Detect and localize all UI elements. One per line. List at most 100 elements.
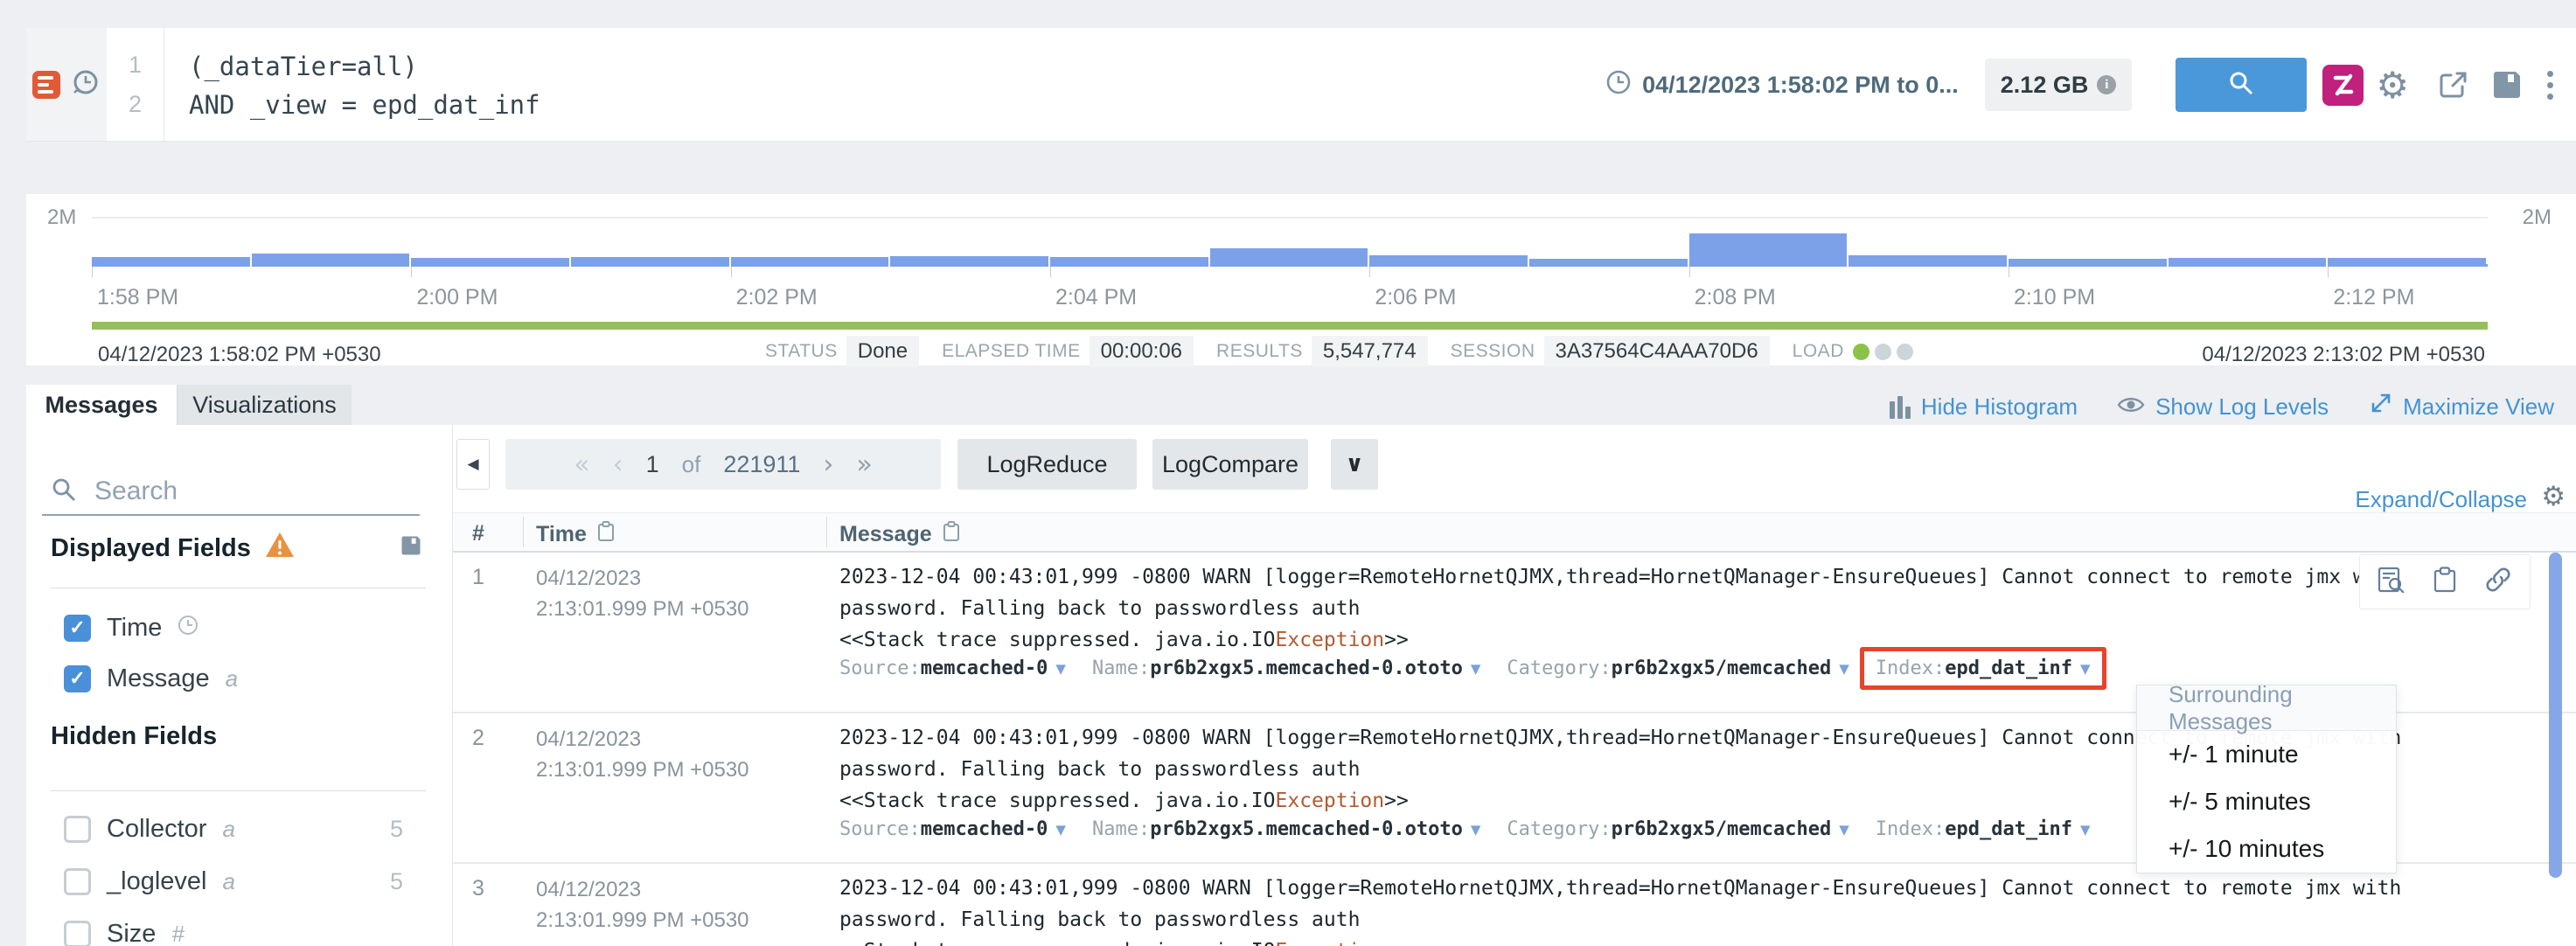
prev-page-button[interactable]: ‹	[613, 449, 623, 480]
field-checkbox[interactable]	[64, 867, 91, 895]
copy-message-icon[interactable]	[2433, 567, 2456, 597]
meta-name[interactable]: Name: pr6b2xgx5.memcached-0.ototo ▼	[1092, 657, 1480, 679]
query-history-icon[interactable]	[71, 67, 101, 101]
x-axis-ticks	[92, 267, 2488, 277]
settings-gear-icon[interactable]: ⚙	[2376, 64, 2409, 107]
histogram-bar[interactable]	[92, 257, 250, 267]
row-time: 2:13:01.999 PM +0530	[536, 908, 749, 932]
histogram-bar[interactable]	[1369, 255, 1528, 267]
warning-icon[interactable]	[265, 532, 295, 565]
field-row[interactable]: _loglevel a 5	[64, 866, 426, 897]
x-axis-tick-label: 1:58 PM	[97, 285, 179, 310]
save-fields-icon[interactable]	[399, 533, 423, 562]
histogram-bar[interactable]	[251, 254, 410, 267]
dropdown-item[interactable]: +/- 1 minute	[2137, 731, 2396, 778]
meta-index[interactable]: Index: epd_dat_inf ▼	[1859, 647, 2106, 690]
x-axis-tick-label: 2:12 PM	[2333, 285, 2415, 310]
next-page-button[interactable]: ›	[823, 449, 833, 480]
last-page-button[interactable]: »	[856, 449, 872, 480]
copy-column-icon[interactable]	[943, 521, 960, 548]
data-tier-icon[interactable]	[2322, 64, 2364, 106]
info-icon: i	[2097, 75, 2117, 94]
row-timestamp: 04/12/2023 2:13:01.999 PM +0530	[536, 724, 749, 785]
x-axis-tick	[411, 267, 413, 277]
expand-collapse-link[interactable]: Expand/Collapse	[2355, 486, 2527, 513]
exception-text: Exception	[1276, 940, 1385, 946]
elapsed-group: ELAPSED TIME 00:00:06	[942, 336, 1194, 367]
meta-source[interactable]: Source: memcached-0 ▼	[839, 657, 1066, 679]
histogram-bar[interactable]	[1688, 233, 1848, 267]
field-checkbox[interactable]	[64, 815, 91, 843]
field-row[interactable]: ✓ Time	[64, 612, 426, 643]
column-header-num[interactable]: #	[472, 521, 484, 546]
field-checkbox[interactable]: ✓	[64, 664, 91, 692]
first-page-button[interactable]: «	[574, 449, 589, 480]
dropdown-item[interactable]: +/- 10 minutes	[2137, 825, 2396, 873]
share-icon[interactable]	[2435, 66, 2472, 103]
time-range-picker[interactable]: 04/12/2023 1:58:02 PM to 0...	[1605, 69, 1959, 101]
data-volume-badge[interactable]: 2.12 GB i	[1984, 59, 2133, 111]
histogram-bar[interactable]	[411, 258, 570, 267]
more-tools-chevron-button[interactable]: ∨	[1331, 439, 1378, 490]
field-count: 5	[389, 867, 403, 894]
x-axis-tick	[1369, 267, 1371, 277]
search-button[interactable]	[2176, 58, 2308, 112]
meta-source[interactable]: Source: memcached-0 ▼	[839, 818, 1066, 840]
histogram-bar[interactable]	[730, 257, 889, 267]
histogram-bar[interactable]	[2168, 258, 2327, 267]
view-controls: Hide Histogram Show Log Levels Maximize …	[1889, 392, 2554, 422]
vertical-scrollbar[interactable]	[2549, 553, 2562, 878]
meta-category[interactable]: Category: pr6b2xgx5/memcached ▼	[1507, 818, 1848, 840]
x-axis-tick	[2328, 267, 2329, 277]
field-search[interactable]	[42, 469, 432, 516]
column-header-message[interactable]: Message	[839, 521, 960, 548]
histogram-bar[interactable]	[571, 257, 729, 267]
histogram-bar[interactable]	[2009, 259, 2167, 267]
x-axis-tick	[730, 267, 732, 277]
copy-column-icon[interactable]	[597, 521, 615, 548]
query-bar-icon-strip	[26, 28, 107, 141]
more-options-kebab-icon[interactable]	[2544, 67, 2557, 103]
histogram-bar[interactable]	[1848, 255, 2008, 267]
table-header: # Time Message	[453, 512, 2576, 553]
row-date: 04/12/2023	[536, 878, 642, 901]
dropdown-header: Surrounding Messages	[2137, 681, 2396, 734]
save-icon[interactable]	[2489, 67, 2524, 102]
histogram-bar[interactable]	[890, 256, 1049, 267]
hide-histogram-link[interactable]: Hide Histogram	[1889, 393, 2078, 421]
histogram-bar[interactable]	[2328, 258, 2487, 267]
column-header-time[interactable]: Time	[536, 521, 615, 548]
field-checkbox[interactable]: ✓	[64, 614, 91, 642]
histogram-bar[interactable]	[1529, 259, 1688, 267]
dropdown-caret-icon: ▼	[1470, 821, 1481, 838]
field-search-input[interactable]	[94, 476, 432, 506]
logreduce-button[interactable]: LogReduce	[957, 439, 1137, 490]
tab-messages[interactable]: Messages	[26, 385, 177, 425]
show-log-levels-link[interactable]: Show Log Levels	[2117, 393, 2329, 421]
tab-visualizations[interactable]: Visualizations	[177, 385, 352, 425]
field-type-hint: a	[222, 867, 235, 894]
meta-name[interactable]: Name: pr6b2xgx5.memcached-0.ototo ▼	[1092, 818, 1480, 840]
field-row[interactable]: Size #	[64, 918, 426, 946]
meta-index[interactable]: Index: epd_dat_inf ▼	[1876, 818, 2091, 840]
maximize-view-link[interactable]: Maximize View	[2368, 392, 2554, 422]
dropdown-item[interactable]: +/- 5 minutes	[2137, 778, 2396, 825]
eye-icon	[2117, 393, 2145, 421]
dropdown-caret-icon: ▼	[1470, 660, 1481, 677]
view-details-icon[interactable]	[2378, 567, 2405, 597]
log-message: 2023-12-04 00:43:01,999 -0800 WARN [logg…	[839, 873, 2576, 946]
row-timestamp: 04/12/2023 2:13:01.999 PM +0530	[536, 563, 749, 624]
row-number: 3	[472, 876, 484, 901]
histogram-bar[interactable]	[1050, 257, 1208, 267]
field-row[interactable]: ✓ Message a	[64, 663, 426, 694]
status-label: STATUS	[765, 341, 838, 361]
meta-category[interactable]: Category: pr6b2xgx5/memcached ▼	[1507, 657, 1848, 679]
histogram-bar[interactable]	[1209, 248, 1368, 267]
table-settings-gear-icon[interactable]: ⚙	[2541, 481, 2566, 512]
log-row[interactable]: 3 04/12/2023 2:13:01.999 PM +0530 2023-1…	[453, 864, 2576, 946]
link-message-icon[interactable]	[2484, 566, 2512, 598]
collapse-sidebar-button[interactable]: ◀	[456, 439, 490, 490]
field-checkbox[interactable]	[64, 920, 91, 946]
field-row[interactable]: Collector a 5	[64, 813, 426, 845]
logcompare-button[interactable]: LogCompare	[1152, 439, 1308, 490]
